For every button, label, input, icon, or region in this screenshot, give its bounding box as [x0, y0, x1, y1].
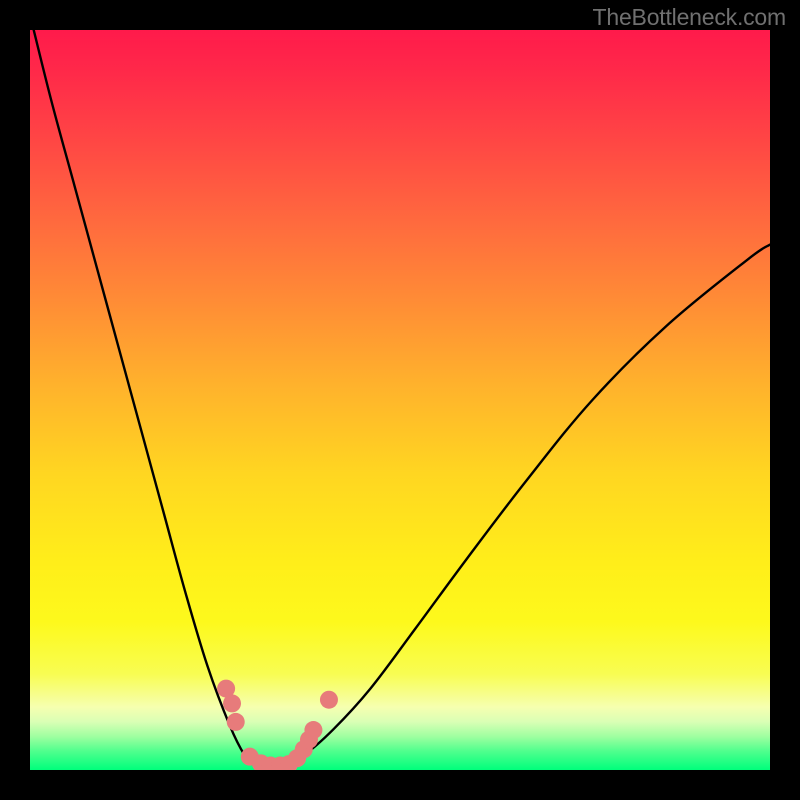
chart-marker: [223, 694, 241, 712]
chart-frame: TheBottleneck.com: [0, 0, 800, 800]
chart-line-right-curve: [267, 245, 770, 770]
plot-area: [30, 30, 770, 770]
watermark-label: TheBottleneck.com: [593, 4, 786, 31]
chart-marker: [320, 691, 338, 709]
chart-marker: [304, 721, 322, 739]
chart-marker: [227, 713, 245, 731]
chart-line-left-curve: [34, 30, 267, 770]
chart-svg: [30, 30, 770, 770]
